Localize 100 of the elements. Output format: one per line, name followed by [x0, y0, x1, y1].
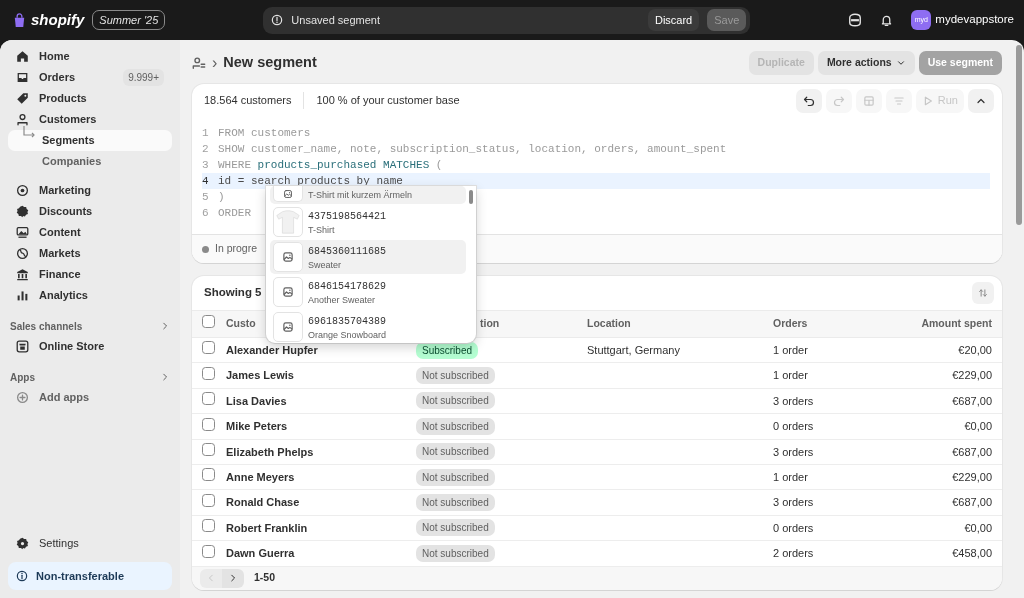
- nav-item[interactable]: Markets: [8, 243, 172, 264]
- customer-share: 100 % of your customer base: [303, 92, 460, 109]
- row-checkbox[interactable]: [202, 544, 215, 558]
- action-button[interactable]: More actions: [817, 51, 915, 75]
- discount-icon: [16, 205, 29, 218]
- subscription-status: Not subscribed: [416, 392, 495, 410]
- page-title: New segment: [223, 53, 317, 73]
- row-checkbox[interactable]: [202, 366, 215, 380]
- settings-item[interactable]: Settings: [8, 532, 172, 554]
- subscription-status: Not subscribed: [416, 367, 495, 385]
- customer-name: Ronald Chase: [226, 496, 300, 509]
- code-line: ORDER: [218, 205, 251, 221]
- segment-icon: [192, 56, 206, 70]
- format-icon: [892, 94, 905, 107]
- redo-icon: [832, 94, 845, 107]
- row-checkbox[interactable]: [202, 392, 215, 406]
- amount-text: €229,00: [952, 369, 992, 382]
- suggestion-item[interactable]: 6845360111685 Sweater: [270, 240, 466, 274]
- store-icon: [16, 340, 29, 353]
- location-text: Stuttgart, Germany: [587, 343, 680, 356]
- orders-text: 0 orders: [773, 420, 814, 433]
- amount-text: €229,00: [952, 470, 992, 483]
- table-title: Showing 5: [204, 285, 262, 301]
- page-range: 1-50: [254, 570, 275, 586]
- image-placeholder-icon: [282, 321, 294, 333]
- nav-item[interactable]: Analytics: [8, 285, 172, 306]
- suggestion-item[interactable]: 6961835704389 Orange Snowboard: [270, 310, 466, 343]
- code-line: WHERE products_purchased MATCHES (: [218, 157, 443, 173]
- home-icon: [16, 50, 29, 63]
- nav-item[interactable]: Add apps: [8, 387, 172, 408]
- nav-item[interactable]: Home: [8, 46, 172, 67]
- customer-name: Alexander Hupfer: [226, 343, 318, 356]
- image-placeholder-icon: [282, 286, 294, 298]
- subscription-status: Not subscribed: [416, 417, 495, 435]
- nav-item[interactable]: Products: [8, 88, 172, 109]
- section-title: Sales channels: [10, 319, 83, 334]
- code-line: FROM customers: [218, 125, 311, 141]
- info-icon: [271, 14, 284, 26]
- nav-item[interactable]: Orders 9.999+: [8, 67, 172, 88]
- bank-icon: [16, 268, 29, 281]
- image-placeholder-icon: [283, 188, 293, 199]
- tag-icon: [16, 92, 29, 105]
- suggestion-item[interactable]: 4375198564421 T-Shirt: [270, 205, 466, 239]
- orders-text: 3 orders: [773, 496, 814, 509]
- orders-text: 3 orders: [773, 394, 814, 407]
- sort-button[interactable]: [972, 282, 994, 304]
- brand-name[interactable]: shopify: [31, 8, 85, 32]
- undo-button[interactable]: [795, 88, 822, 113]
- amount-text: €687,00: [952, 445, 992, 458]
- amount-text: €458,00: [952, 547, 992, 560]
- nav-item[interactable]: Discounts: [8, 201, 172, 222]
- select-all-checkbox[interactable]: [202, 315, 215, 329]
- nav-item[interactable]: Finance: [8, 264, 172, 285]
- scrollbar[interactable]: [1016, 45, 1022, 225]
- nav-item[interactable]: Customers: [8, 109, 172, 130]
- amount-text: €0,00: [964, 420, 992, 433]
- count-badge: 9.999+: [123, 69, 164, 86]
- nav-item[interactable]: Online Store: [8, 336, 172, 357]
- breadcrumb-separator: ›: [212, 53, 218, 73]
- discard-button[interactable]: Discard: [647, 8, 700, 32]
- suggestion-item[interactable]: 6846154178629 Another Sweater: [270, 275, 466, 309]
- amount-text: €687,00: [952, 394, 992, 407]
- code-line: ): [218, 189, 225, 205]
- row-checkbox[interactable]: [202, 519, 215, 533]
- row-checkbox[interactable]: [202, 493, 215, 507]
- column-header: Orders: [773, 317, 808, 330]
- customer-name: Lisa Davies: [226, 394, 287, 407]
- amount-text: €20,00: [958, 343, 992, 356]
- edition-badge[interactable]: Summer '25: [92, 9, 166, 31]
- column-header: Location: [587, 317, 631, 330]
- row-checkbox[interactable]: [202, 341, 215, 355]
- plus-circle-icon: [16, 391, 29, 404]
- subscription-status: Not subscribed: [416, 519, 495, 537]
- store-name[interactable]: mydevappstore: [935, 11, 1014, 29]
- undo-icon: [802, 94, 815, 107]
- line-number: 2: [202, 141, 210, 157]
- scrollbar[interactable]: [469, 190, 473, 204]
- nav-item[interactable]: Content: [8, 222, 172, 243]
- line-number: 3: [202, 157, 210, 173]
- nav-item[interactable]: Marketing: [8, 180, 172, 201]
- subscription-status: Not subscribed: [416, 443, 495, 461]
- row-checkbox[interactable]: [202, 443, 215, 456]
- layout-icon: [862, 94, 875, 107]
- line-number: 5: [202, 189, 210, 205]
- nav-subitem[interactable]: Companies: [8, 151, 172, 172]
- orders-text: 2 orders: [773, 547, 814, 560]
- inbox-icon: [16, 71, 29, 84]
- monitor-icon: [16, 226, 29, 239]
- image-placeholder-icon: [282, 251, 294, 263]
- t-shirt-icon: [274, 207, 302, 237]
- chevron-right-icon: [160, 321, 170, 331]
- suggestion-item[interactable]: T-Shirt mit kurzem Ärmeln: [270, 186, 466, 204]
- next-page-button[interactable]: [222, 568, 244, 588]
- customer-name: Robert Franklin: [226, 521, 308, 534]
- row-checkbox[interactable]: [202, 468, 215, 482]
- collapse-button[interactable]: [968, 88, 994, 113]
- line-number: 1: [202, 125, 210, 141]
- assistant-icon: [848, 13, 863, 27]
- plan-notice[interactable]: Non-transferable: [8, 561, 172, 590]
- row-checkbox[interactable]: [202, 417, 215, 431]
